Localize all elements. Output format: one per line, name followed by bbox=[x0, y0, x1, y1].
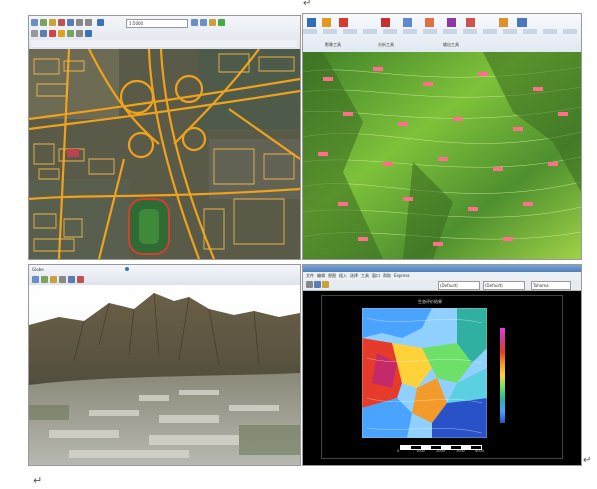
ribbon-raster-icon[interactable] bbox=[307, 18, 316, 27]
scale-combo[interactable]: 1:5000 bbox=[126, 19, 188, 28]
screenshot-eco-assessment: 文件 编辑 视图 插入 选择 工具 窗口 帮助 Express (Default… bbox=[302, 264, 582, 466]
menu-express[interactable]: Express bbox=[394, 273, 410, 278]
ribbon-toolbar: 影像工具 分析工具 输出工具 bbox=[303, 14, 581, 53]
globe-toolbar: Globe bbox=[29, 265, 300, 286]
map-layout-page: 生态评价结果 0 1000 2000 3000 4000 bbox=[321, 295, 563, 459]
scale-label-2: 2000 bbox=[436, 449, 445, 453]
select-icon[interactable] bbox=[31, 30, 38, 37]
hillshade-terrain-map bbox=[303, 52, 581, 259]
map-title: 生态评价结果 bbox=[418, 299, 442, 304]
text-icon[interactable] bbox=[322, 281, 329, 288]
font-combo[interactable]: Tahoma bbox=[531, 281, 571, 290]
sketch-icon[interactable] bbox=[67, 30, 74, 37]
fly-icon[interactable] bbox=[41, 276, 48, 283]
ribbon-button-labels bbox=[303, 29, 581, 34]
layer-combo-2-value: (Default) bbox=[485, 283, 503, 288]
eco-classification-raster bbox=[362, 308, 487, 438]
menu-file[interactable]: 文件 bbox=[306, 273, 314, 279]
measure-icon[interactable] bbox=[49, 30, 56, 37]
print-icon[interactable] bbox=[49, 19, 56, 26]
screenshot-3d-scene: Globe bbox=[28, 264, 301, 466]
menu-view[interactable]: 视图 bbox=[328, 273, 336, 279]
undo-icon[interactable] bbox=[76, 19, 83, 26]
scale-label-0: 0 bbox=[397, 449, 400, 453]
open-icon[interactable] bbox=[31, 19, 38, 26]
scale-combo-value: 1:5000 bbox=[129, 21, 144, 26]
toolbar-row-2 bbox=[31, 30, 297, 39]
menu-tools[interactable]: 工具 bbox=[361, 273, 369, 279]
ribbon-export-icon[interactable] bbox=[466, 18, 475, 27]
paragraph-mark-bottom-left: ↵ bbox=[33, 474, 43, 487]
layer-combo-2[interactable]: (Default) bbox=[483, 281, 525, 290]
paragraph-mark-top: ↵ bbox=[303, 0, 312, 9]
ribbon-table-icon[interactable] bbox=[425, 18, 434, 27]
format-toolbar: (Default) (Default) Tahoma bbox=[303, 280, 581, 291]
pointer-icon[interactable] bbox=[306, 281, 313, 288]
screenshot-vector-map: 1:5000 bbox=[28, 15, 301, 260]
gis-toolbar: 1:5000 bbox=[29, 16, 300, 50]
globe-pan-icon[interactable] bbox=[59, 276, 66, 283]
identify-icon[interactable] bbox=[40, 30, 47, 37]
ribbon-shield-icon[interactable] bbox=[499, 18, 508, 27]
globe-toolbar-label: Globe bbox=[32, 267, 44, 272]
draw-icon[interactable] bbox=[314, 281, 321, 288]
globe-measure-icon[interactable] bbox=[77, 276, 84, 283]
ribbon-flag-icon[interactable] bbox=[339, 18, 348, 27]
globe-identify-icon[interactable] bbox=[68, 276, 75, 283]
screenshot-terrain-map: 影像工具 分析工具 输出工具 bbox=[302, 13, 582, 260]
ribbon-group-3: 输出工具 bbox=[443, 42, 459, 47]
pan-icon[interactable] bbox=[209, 19, 216, 26]
ribbon-book-icon[interactable] bbox=[381, 18, 390, 27]
copy-icon[interactable] bbox=[67, 19, 74, 26]
ribbon-grid-icon[interactable] bbox=[403, 18, 412, 27]
layer-combo-1[interactable]: (Default) bbox=[438, 281, 480, 290]
full-extent-icon[interactable] bbox=[218, 19, 225, 26]
ribbon-group-2: 分析工具 bbox=[378, 42, 394, 47]
menu-select[interactable]: 选择 bbox=[350, 273, 358, 279]
ribbon-target-icon[interactable] bbox=[447, 18, 456, 27]
ribbon-group-1: 影像工具 bbox=[325, 42, 341, 47]
title-bar bbox=[303, 265, 581, 272]
cut-icon[interactable] bbox=[58, 19, 65, 26]
menu-insert[interactable]: 插入 bbox=[339, 273, 347, 279]
zoom-out-icon[interactable] bbox=[200, 19, 207, 26]
redo-icon[interactable] bbox=[85, 19, 92, 26]
vector-over-imagery-map bbox=[29, 49, 300, 259]
scale-label-3: 3000 bbox=[456, 449, 465, 453]
menu-help[interactable]: 帮助 bbox=[383, 273, 391, 279]
toolbar-row-3 bbox=[31, 40, 297, 47]
ribbon-monitor-icon[interactable] bbox=[517, 18, 527, 27]
zoom-in-icon[interactable] bbox=[191, 19, 198, 26]
layer-icon[interactable] bbox=[85, 30, 92, 37]
toolbar-row-1: 1:5000 bbox=[31, 19, 297, 28]
vertex-icon[interactable] bbox=[76, 30, 83, 37]
font-combo-value: Tahoma bbox=[533, 283, 549, 288]
save-icon[interactable] bbox=[40, 19, 47, 26]
scale-label-1: 1000 bbox=[416, 449, 425, 453]
ribbon-mosaic-icon[interactable] bbox=[322, 18, 331, 27]
layer-combo-1-value: (Default) bbox=[440, 283, 458, 288]
edit-icon[interactable] bbox=[58, 30, 65, 37]
terrain-3d-view bbox=[29, 285, 300, 465]
navigate-icon[interactable] bbox=[32, 276, 39, 283]
menu-edit[interactable]: 编辑 bbox=[317, 273, 325, 279]
menu-window[interactable]: 窗口 bbox=[372, 273, 380, 279]
scale-label-4: 4000 bbox=[475, 449, 484, 453]
add-data-icon[interactable] bbox=[97, 19, 104, 26]
legend-color-ramp bbox=[500, 328, 505, 423]
zoom-icon[interactable] bbox=[50, 276, 57, 283]
globe-slider-handle[interactable] bbox=[125, 267, 129, 271]
paragraph-mark-bottom-right: ↵ bbox=[583, 455, 592, 466]
